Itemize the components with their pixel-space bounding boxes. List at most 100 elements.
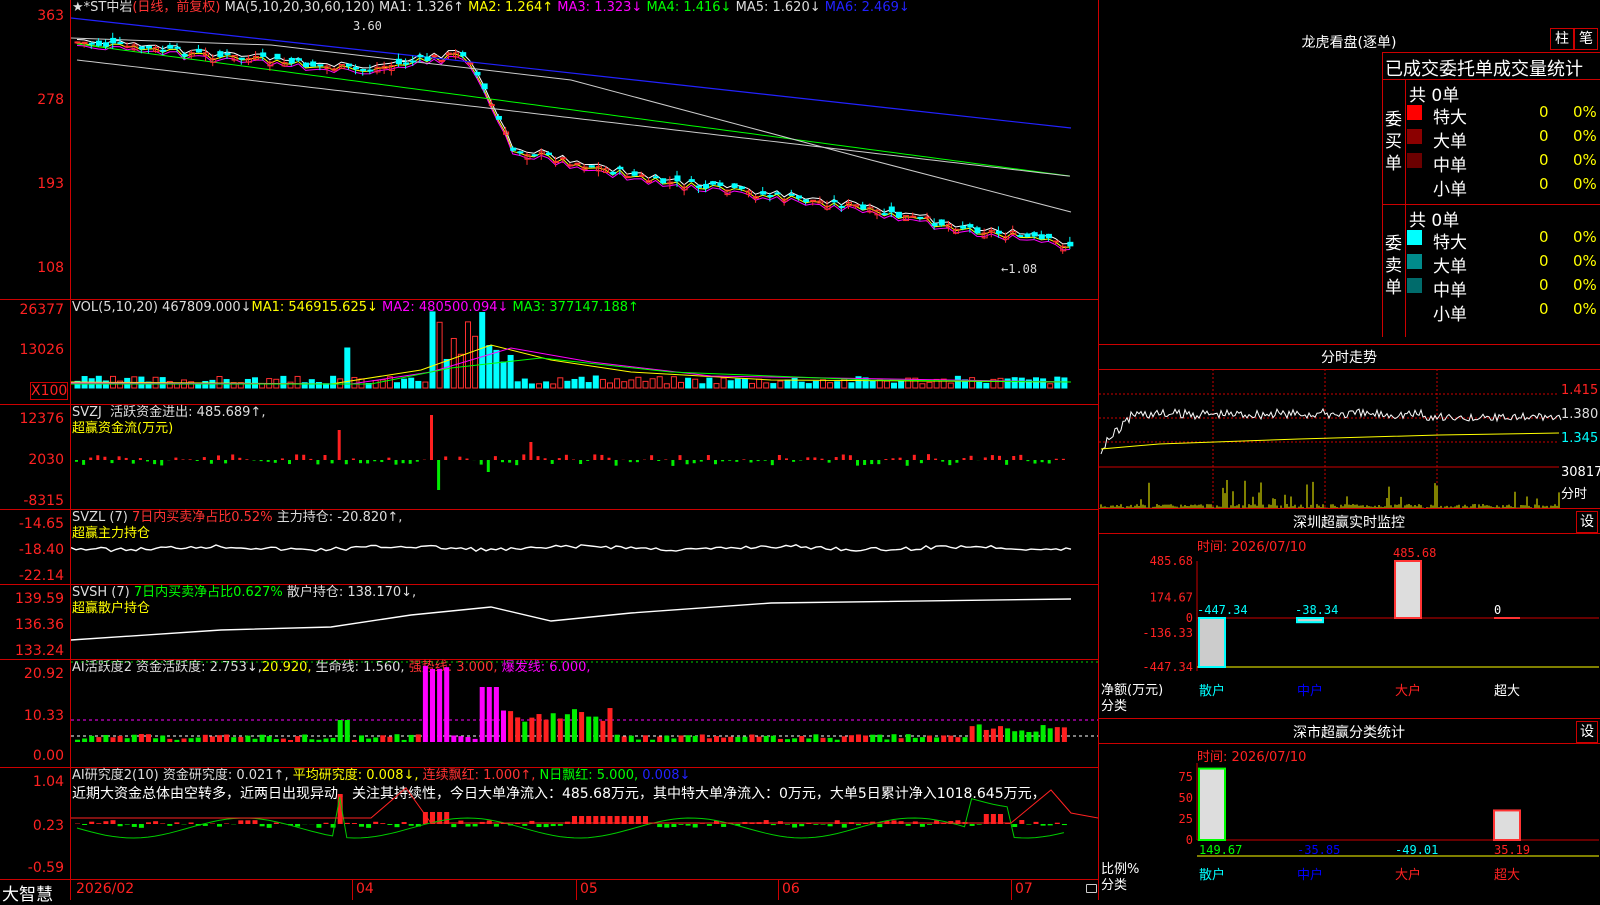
svzj-bar: [537, 456, 540, 460]
svzj-bar: [1012, 456, 1015, 460]
svzj-bar: [96, 455, 99, 460]
bar-mode-button[interactable]: 柱: [1550, 28, 1574, 50]
ai-active-bar: [842, 736, 847, 742]
volume-bar: [529, 384, 534, 388]
svzj-bar: [238, 458, 241, 460]
ai-active-bar: [870, 735, 875, 742]
ai-research-panel[interactable]: AI研究度2(10) 资金研究度: 0.021↑, 平均研究度: 0.008↓,…: [0, 768, 1098, 880]
ai-active-bar: [707, 738, 712, 742]
ai-active-bar: [913, 738, 918, 742]
candle: [639, 175, 644, 176]
volume-bar: [799, 382, 804, 388]
candle: [675, 176, 680, 181]
research-bar: [267, 824, 272, 828]
volume-bar: [373, 380, 378, 388]
candlestick-chart[interactable]: 3.60 ←1.08: [71, 0, 1098, 300]
research-bar: [160, 823, 165, 824]
y-tick: 0.23: [0, 818, 64, 834]
svzj-bar: [970, 456, 973, 460]
volume-bar: [501, 362, 506, 388]
x-axis: 大智慧 2026/02 04 05 06 07: [0, 880, 1098, 900]
row-count: 0: [1539, 127, 1549, 145]
svsh-panel[interactable]: SVSH (7) 7日内买卖净占比0.627% 散户持仓: 138.170↓, …: [0, 585, 1098, 660]
candle: [711, 182, 716, 185]
candle: [1018, 236, 1023, 237]
volume-bar: [458, 354, 463, 388]
research-bar: [444, 812, 449, 824]
svzj-bar: [430, 415, 433, 460]
ai-active-bar: [224, 735, 229, 742]
research-bar: [125, 824, 130, 825]
volume-unit[interactable]: X100: [30, 382, 68, 400]
monitor-panel[interactable]: 深圳超赢实时监控 设 时间: 2026/07/10 485.68174.670-…: [1099, 509, 1600, 719]
ai-active-bar: [572, 709, 577, 742]
candle: [925, 217, 930, 218]
ai-active-bar: [1034, 732, 1039, 742]
sell-side-label: 委卖单: [1385, 233, 1403, 299]
intraday-panel[interactable]: 分时走势 1.415 1.380 1.345 30817 分时: [1099, 345, 1600, 508]
ai-active-bar: [636, 740, 641, 742]
ai-active-bar: [473, 739, 478, 742]
svzj-bar: [984, 457, 987, 460]
sell-row-2: 中单00%: [1407, 276, 1587, 300]
svzj-bar: [593, 454, 596, 460]
ai-active-bar: [331, 738, 336, 742]
volume-panel[interactable]: VOL(5,10,20) 467809.000↓MA1: 546915.625↓…: [0, 300, 1098, 405]
high-mark: 3.60: [353, 19, 382, 33]
ai-active-bar: [515, 717, 520, 742]
buy-side-label: 委买单: [1385, 109, 1403, 175]
monitor-y-tick: 174.67: [1150, 591, 1193, 605]
ai-active-bar: [764, 736, 769, 742]
svzj-bar: [288, 460, 291, 464]
volume-bar: [955, 376, 960, 388]
classify-panel[interactable]: 深市超赢分类统计 设 时间: 2026/07/10 7550250149.67散…: [1099, 719, 1600, 900]
svzj-bar: [870, 460, 873, 464]
svzj-bar: [806, 457, 809, 460]
candle: [911, 216, 916, 217]
svzj-panel[interactable]: SVZJ 活跃资金进出: 485.689↑, 超赢资金流(万元) 12376 2…: [0, 405, 1098, 510]
ai-active-bar: [650, 740, 655, 742]
monitor-bar-label: -38.34: [1295, 603, 1338, 617]
intraday-title: 分时走势: [1099, 347, 1599, 367]
candle: [125, 46, 130, 47]
candle: [632, 172, 637, 175]
svzj-bar: [998, 456, 1001, 460]
candle: [368, 70, 373, 71]
intraday-price-mid: 1.380: [1561, 407, 1598, 422]
svzj-bar: [892, 458, 895, 460]
classify-value-label: -49.01: [1395, 843, 1438, 857]
ai-active-bar: [657, 736, 662, 742]
row-count: 0: [1539, 300, 1549, 318]
research-bar: [466, 824, 471, 827]
x-tick: 06: [782, 881, 800, 897]
volume-bar: [679, 382, 684, 388]
svzj-bar: [579, 460, 582, 464]
candle: [89, 43, 94, 44]
svzj-bar: [501, 460, 504, 462]
research-bar: [1062, 824, 1067, 825]
kline-panel[interactable]: ★*ST中岩(日线，前复权) MA(5,10,20,30,60,120) MA1…: [0, 0, 1098, 300]
classify-y-tick: 25: [1179, 812, 1193, 826]
volume-bar: [778, 381, 783, 388]
research-bar: [679, 824, 684, 825]
ai-active-bar: [593, 717, 598, 742]
svsh-line: [71, 599, 1071, 640]
volume-bar: [593, 376, 598, 388]
intraday-foot: 分时: [1561, 483, 1587, 502]
ma-line: [77, 44, 1070, 176]
ai-active-bar: [963, 737, 968, 742]
tick-mode-button[interactable]: 笔: [1574, 28, 1598, 50]
ai-active-bar: [629, 736, 634, 742]
svzj-bar: [203, 457, 206, 460]
longhu-title: 龙虎看盘(逐单): [1099, 32, 1599, 52]
ai-active-panel[interactable]: AI活跃度2 资金活跃度: 2.753↓,20.920, 生命线: 1.560,…: [0, 660, 1098, 768]
volume-bar: [608, 383, 613, 388]
svzj-bar: [416, 460, 419, 462]
lock-icon[interactable]: [1086, 884, 1097, 893]
svzj-bar: [146, 460, 149, 461]
svzj-bar: [281, 458, 284, 460]
ai-active-bar: [1012, 731, 1017, 742]
svzj-bar: [409, 460, 412, 464]
svzl-panel[interactable]: SVZL (7) 7日内买卖净占比0.52% 主力持仓: -20.820↑, 超…: [0, 510, 1098, 585]
research-bar: [82, 824, 87, 825]
